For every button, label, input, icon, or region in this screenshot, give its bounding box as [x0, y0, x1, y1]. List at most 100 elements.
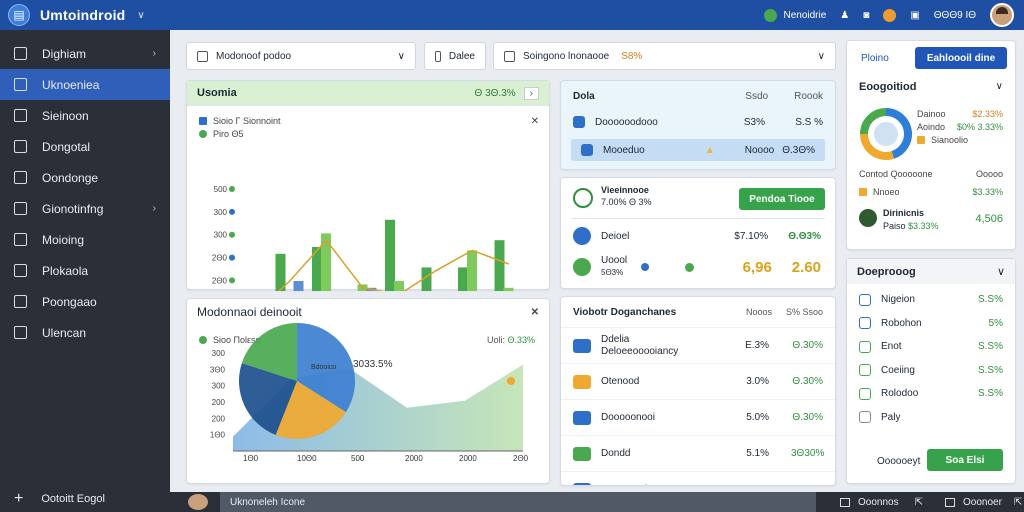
chevron-icon: ›	[152, 203, 156, 214]
star-icon: ▲	[704, 144, 715, 156]
sidebar-item-3[interactable]: Dongotal	[0, 131, 170, 162]
x-tick-label: 2000	[405, 454, 423, 463]
date-filter[interactable]: Dalee	[424, 42, 486, 70]
filter-icon	[504, 50, 515, 62]
row-icon	[859, 387, 871, 400]
list-item[interactable]: Uoool 5Θ3% 6,96 2.60	[573, 254, 821, 280]
sidebar-item-7[interactable]: Plokaola	[0, 255, 170, 286]
sidebar-item-9[interactable]: Ulencan	[0, 317, 170, 348]
menu-icon	[14, 202, 27, 215]
sidebar-item-8[interactable]: Poongaao	[0, 286, 170, 317]
plus-icon: +	[14, 490, 24, 507]
bar	[293, 281, 304, 291]
x-tick-label: 2000	[459, 454, 477, 463]
list-item[interactable]: Dondd 5.1% 3Θ30%	[561, 435, 835, 471]
slice-label: Bdooico	[311, 364, 336, 371]
sidebar-item-2[interactable]: Sieinoon	[0, 100, 170, 131]
bottom-bar: Uknoneleh Icone Ooonnos ⇱ Ooonoer ⇱	[170, 492, 1024, 512]
app-logo-icon[interactable]: ▤	[8, 4, 30, 26]
primary-action-button[interactable]: Eahloooil dine	[915, 47, 1007, 69]
callout-label: 3033.5%	[353, 359, 393, 370]
row-icon	[859, 364, 871, 377]
chevron-down-icon[interactable]: ∨	[997, 265, 1005, 278]
pending-button[interactable]: Pendoa Tiooe	[739, 188, 825, 210]
sidebar-item-1[interactable]: Uknoeniea	[0, 69, 170, 100]
list-item[interactable]: Dooooonooi 5.0% Θ.30%	[561, 399, 835, 435]
table-row[interactable]: Doooooodooo S3% S.S %	[561, 111, 835, 133]
save-button[interactable]: Soa Elsi	[927, 449, 1003, 471]
sidebar-item-4[interactable]: Oondonge	[0, 162, 170, 193]
x-tick-label: 1Θ0	[243, 454, 259, 463]
list-item[interactable]: Deioel $7.10% Θ.Θ3%	[573, 225, 821, 247]
legend-dot	[229, 231, 235, 238]
area-chart-card: Modonnaoi deinooit ✕ Sioo Ποlεsα Uοli: Θ.…	[186, 298, 550, 484]
menu-icon	[14, 171, 27, 184]
sidebar-item-5[interactable]: Gionotinfng ›	[0, 193, 170, 224]
notifications-icon[interactable]: ♟	[840, 10, 849, 21]
refresh-icon	[573, 188, 593, 208]
summary-table-card: Dola Ssdo Roook Doooooodooo S3% S.S % Mooedu…	[560, 80, 836, 170]
bar	[503, 287, 514, 291]
row-icon	[573, 446, 591, 461]
list-item[interactable]: Ddelia Deloeeooooiancy Ε.3% Θ.30%	[561, 327, 835, 363]
settings-filter[interactable]: Soingono lnonaooe S8% ∨	[493, 42, 836, 70]
x-tick-label: 500	[351, 454, 365, 463]
list-item[interactable]: Dooooood3.0%Θ.30%	[561, 471, 835, 485]
y-tick-label: 200	[212, 414, 226, 423]
chevron-down-icon[interactable]: ∨	[137, 10, 144, 21]
top-globe-item[interactable]: Nenoidrie	[764, 8, 826, 22]
bar	[385, 219, 395, 291]
bar-chart-card: Usomia Θ 3Θ.3% › Sioio Γ Sionnoint Piro Θ5…	[186, 80, 550, 291]
menu-icon	[14, 140, 27, 153]
sidebar-footer[interactable]: + Ootoitt Eogol	[14, 490, 105, 508]
list-item[interactable]: Otenood 3.0% Θ.30%	[561, 363, 835, 399]
bar	[321, 233, 331, 291]
bar	[394, 281, 404, 291]
user-avatar[interactable]	[188, 494, 208, 510]
menu-icon	[14, 326, 27, 339]
y-tick-label: 3Θ0	[210, 365, 226, 374]
x-tick-label: 2Θ0	[513, 454, 529, 463]
donut-chart	[860, 108, 912, 160]
y-tick-label: 2Θ0	[212, 254, 228, 263]
list-item[interactable]: Rolodoo S.S%	[847, 382, 1015, 406]
x-tick-label: 10Θ0	[297, 454, 317, 463]
sidebar: Dighiam › Uknoeniea Sieinoon Dongotal Oondong…	[0, 30, 170, 512]
row-icon	[859, 340, 871, 353]
share-icon[interactable]: ⇱	[1014, 497, 1022, 508]
list-item[interactable]: Nigeion S.S%	[847, 288, 1015, 312]
menu-icon	[14, 47, 27, 60]
menu-icon	[14, 109, 27, 122]
chevron-down-icon[interactable]: ∨	[996, 81, 1003, 92]
share-icon[interactable]: ⇱	[915, 497, 923, 508]
right-summary-card: Ploino Eahloooil dine Eoogoitiod ∨ Daino…	[846, 40, 1016, 250]
calendar-icon[interactable]: ▣	[910, 10, 919, 21]
donut-center	[874, 122, 898, 146]
y-tick-label: 2Θ0	[212, 276, 228, 285]
list-item[interactable]: Robohon 5%	[847, 312, 1015, 336]
marker-dot	[507, 377, 515, 385]
sidebar-item-6[interactable]: Moioing	[0, 224, 170, 255]
menu-icon	[14, 264, 27, 277]
user-avatar[interactable]	[990, 3, 1014, 27]
bottom-item-2[interactable]: Ooonoer	[944, 497, 1002, 508]
metrics-card: Vieeinnooe 7.00% Θ 3% Pendoa Tiooe Deioe…	[560, 177, 836, 289]
sidebar-item-0[interactable]: Dighiam ›	[0, 38, 170, 69]
menu-icon	[14, 233, 27, 246]
legend-dot	[229, 254, 235, 261]
list-item[interactable]: Paly	[847, 406, 1015, 430]
ploino-link[interactable]: Ploino	[861, 53, 889, 64]
right-list-card: Doeprooog ∨ Nigeion S.S% Robohon 5% Enot S.S% C…	[846, 258, 1016, 484]
bottom-item-1[interactable]: Ooonnos	[840, 497, 899, 508]
search-input[interactable]: Modonoof podoo ∨	[186, 42, 416, 70]
list-item[interactable]: Enot S.S%	[847, 335, 1015, 359]
chat-icon[interactable]: ◙	[863, 10, 869, 21]
bar-chart: 5003003002Θ02Θ02Θ01Θ02Θ02002002Θ02002Θ0	[212, 185, 514, 291]
alert-icon[interactable]	[883, 8, 897, 22]
y-tick-label: 200	[212, 398, 226, 407]
row-icon	[573, 410, 591, 425]
list-item[interactable]: Coeiing S.S%	[847, 359, 1015, 383]
chevron-icon: ›	[152, 48, 156, 59]
top-status-text: ΘΘΘ9 ΙΘ	[933, 9, 976, 21]
table-row[interactable]: Mooeduo ▲ Noooo Θ.3Θ%	[571, 139, 825, 161]
